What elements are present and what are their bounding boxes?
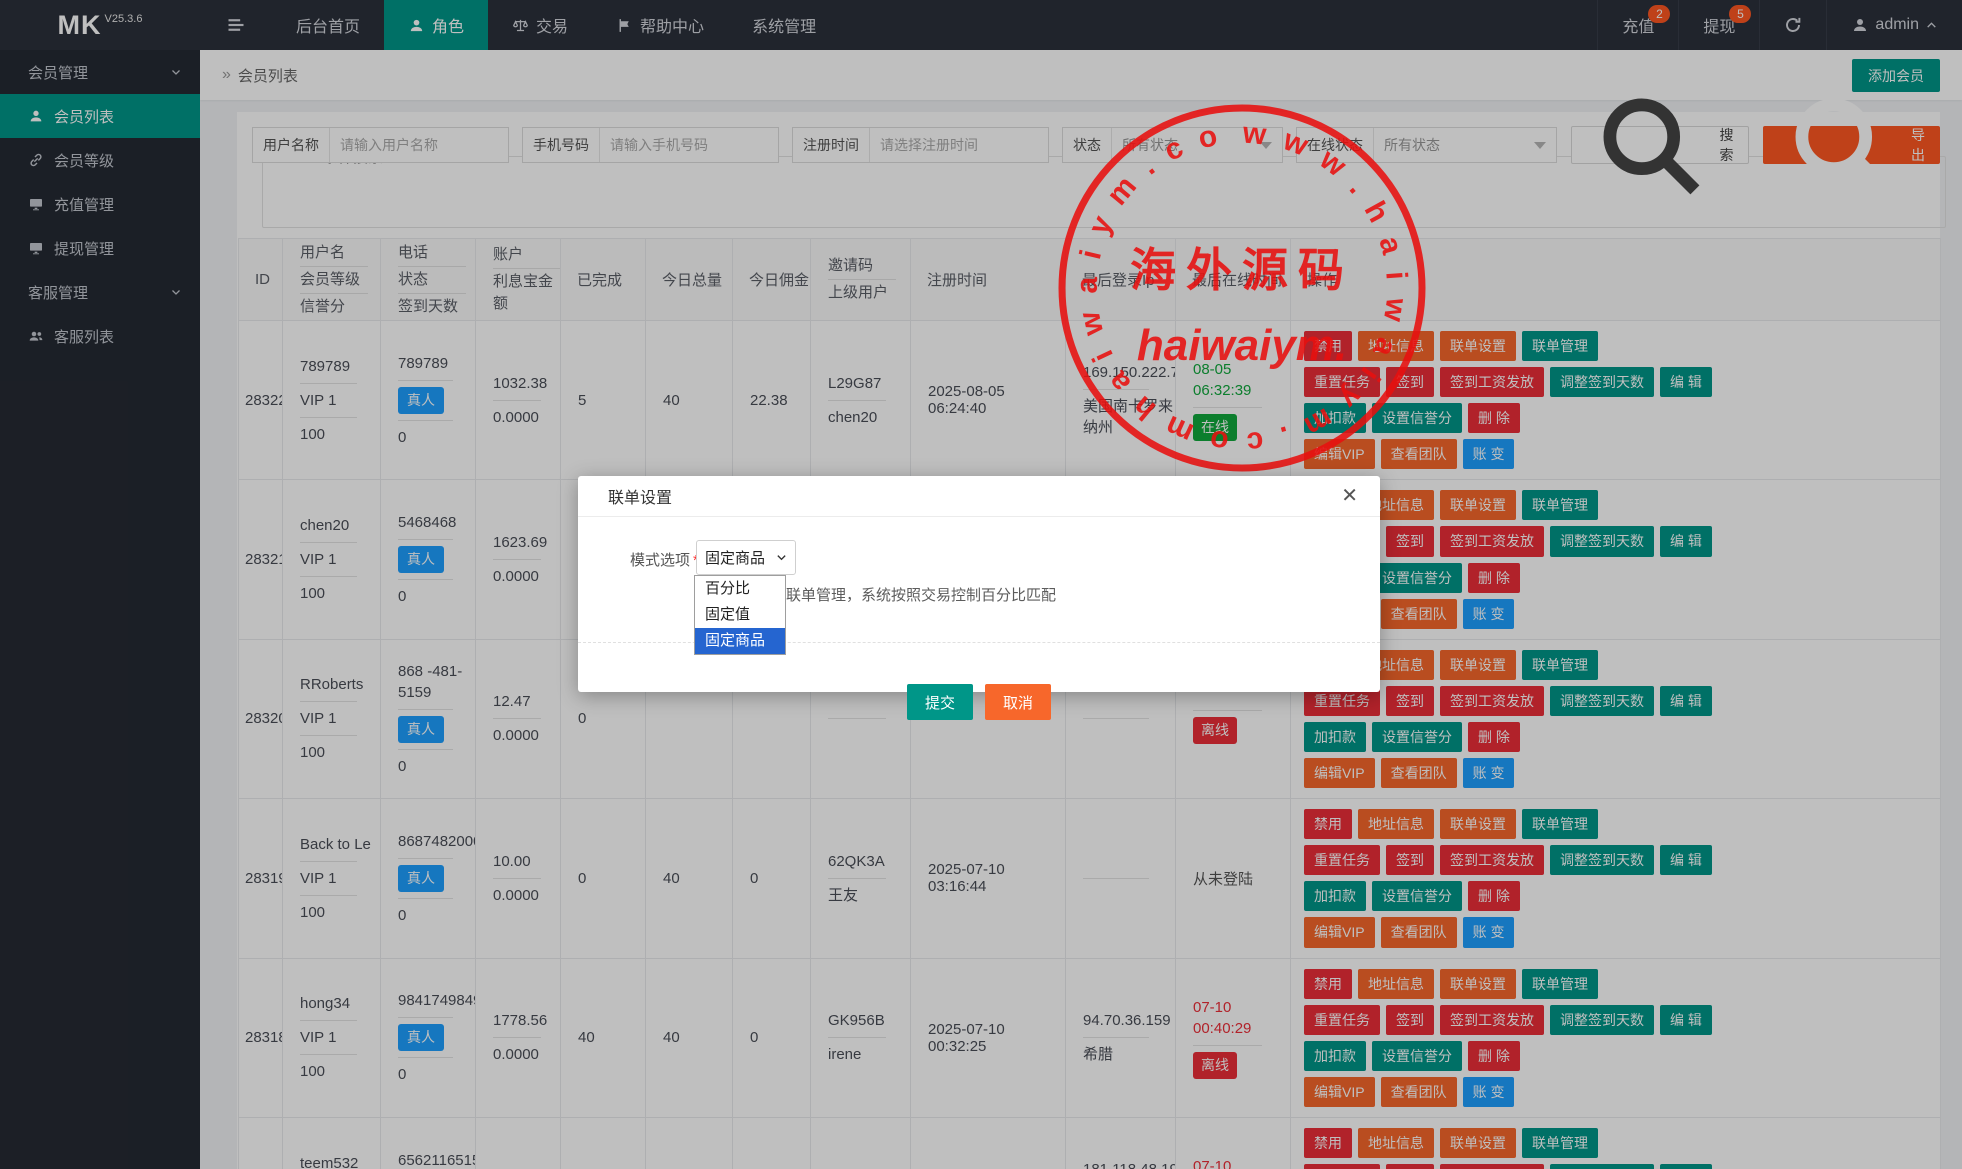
modal-footer: 提交 取消 bbox=[578, 684, 1380, 720]
mode-select-value: 固定商品 bbox=[705, 547, 765, 568]
joint-order-settings-modal: 联单设置 ✕ 模式选项* 固定商品 百分比固定值固定商品 联单管理，系统按照交易… bbox=[578, 476, 1380, 692]
submit-button[interactable]: 提交 bbox=[907, 684, 973, 720]
admin-app: MK V25.3.6 后台首页角色交易帮助中心系统管理 充值 2 提现 5 ad… bbox=[0, 0, 1962, 1169]
mode-option-3[interactable]: 固定商品 bbox=[695, 628, 785, 654]
cancel-button[interactable]: 取消 bbox=[985, 684, 1051, 720]
modal-title: 联单设置 bbox=[608, 484, 672, 508]
mode-option-label: 模式选项* bbox=[630, 549, 699, 570]
mode-hint-text: 联单管理，系统按照交易控制百分比匹配 bbox=[786, 584, 1056, 605]
modal-header: 联单设置 ✕ bbox=[578, 476, 1380, 517]
mode-select[interactable]: 固定商品 bbox=[696, 540, 796, 575]
chevron-down-icon bbox=[776, 552, 787, 563]
mode-option-2[interactable]: 固定值 bbox=[695, 602, 785, 628]
mode-option-1[interactable]: 百分比 bbox=[695, 576, 785, 602]
close-icon[interactable]: ✕ bbox=[1341, 486, 1358, 506]
mode-select-dropdown: 百分比固定值固定商品 bbox=[694, 575, 786, 655]
